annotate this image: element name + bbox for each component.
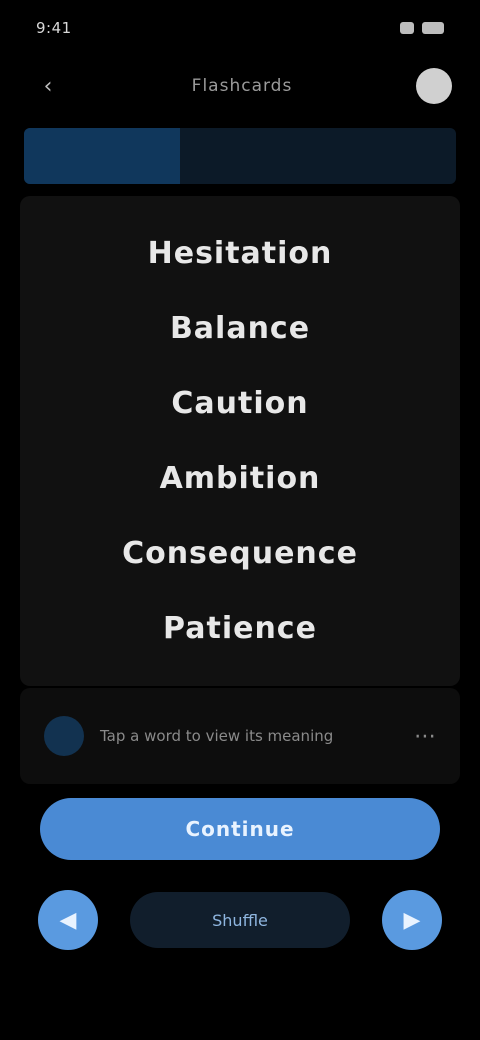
next-icon[interactable]: ▶ xyxy=(382,890,442,950)
progress-bar xyxy=(24,128,456,184)
word-panel: Hesitation Balance Caution Ambition Cons… xyxy=(20,196,460,686)
signal-icon xyxy=(400,22,414,34)
back-icon[interactable]: ‹ xyxy=(28,66,68,106)
hint-avatar xyxy=(44,716,84,756)
status-icons xyxy=(400,22,444,34)
word-item[interactable]: Patience xyxy=(163,611,317,646)
top-bar: ‹ Flashcards xyxy=(0,56,480,116)
word-item[interactable]: Consequence xyxy=(122,536,358,571)
avatar[interactable] xyxy=(416,68,452,104)
previous-icon[interactable]: ◀ xyxy=(38,890,98,950)
continue-button[interactable]: Continue xyxy=(40,798,440,860)
more-icon[interactable]: ⋯ xyxy=(414,724,436,749)
shuffle-button[interactable]: Shuffle xyxy=(130,892,350,948)
word-item[interactable]: Balance xyxy=(170,311,310,346)
status-time: 9:41 xyxy=(36,19,72,37)
progress-fill xyxy=(24,128,180,184)
page-title: Flashcards xyxy=(191,76,293,96)
status-bar: 9:41 xyxy=(0,0,480,56)
hint-row: Tap a word to view its meaning ⋯ xyxy=(20,688,460,784)
bottom-row: ◀ Shuffle ▶ xyxy=(0,880,480,960)
word-item[interactable]: Caution xyxy=(171,386,308,421)
battery-icon xyxy=(422,22,444,34)
hint-text: Tap a word to view its meaning xyxy=(100,726,334,745)
word-item[interactable]: Ambition xyxy=(160,461,321,496)
word-item[interactable]: Hesitation xyxy=(148,236,333,271)
